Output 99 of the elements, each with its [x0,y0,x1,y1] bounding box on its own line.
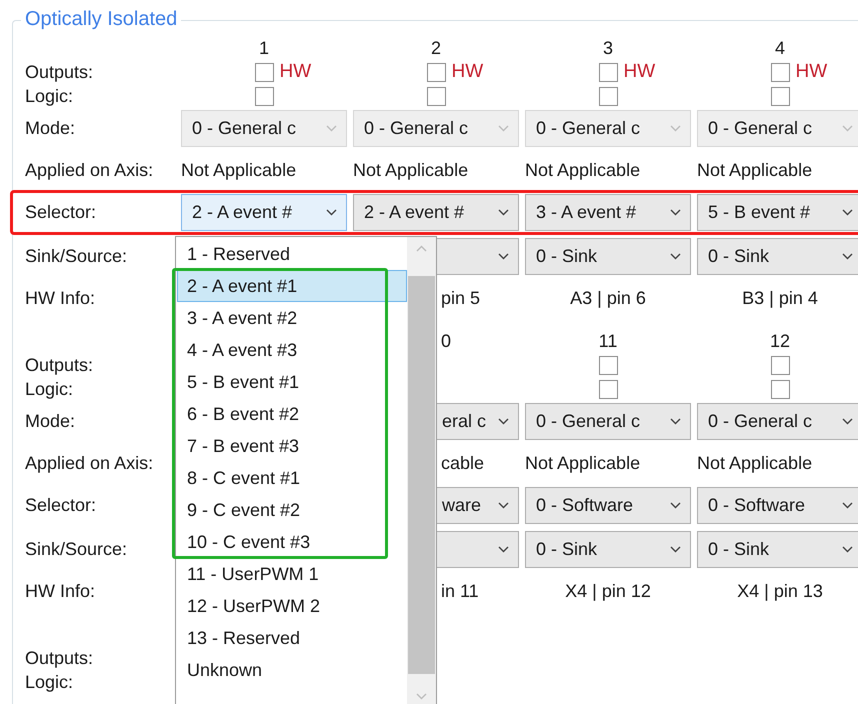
column-number: 3 [602,38,613,58]
dropdown[interactable]: 0 - General c [525,402,691,440]
list-option[interactable]: 12 - UserPWM 2 [177,590,408,622]
chevron-down-icon [326,124,337,132]
hw-tag: HW [796,58,828,86]
checkbox[interactable] [254,62,274,82]
field-label: Logic: [25,378,74,401]
axis-text: Not Applicable [525,452,640,475]
chevron-down-icon [842,252,853,260]
hw-info-text: in 11 [441,580,479,602]
chevron-down-icon [498,209,509,216]
axis-text: cable [441,452,484,474]
list-option[interactable]: 6 - B event #2 [177,398,408,430]
field-label: HW Info: [25,286,96,310]
checkbox[interactable] [770,86,790,106]
column-number: 1 [258,38,269,58]
chevron-down-icon [498,418,509,424]
hw-tag: HW [452,58,484,86]
axis-text: Not Applicable [353,158,468,182]
axis-text: Not Applicable [697,158,812,182]
checkbox[interactable] [426,62,446,82]
field-label: Applied on Axis: [25,452,154,475]
list-option[interactable]: 5 - B event #1 [177,366,408,398]
chevron-down-icon [842,418,853,424]
axis-text: Not Applicable [525,158,640,182]
dropdown[interactable]: 0 - Sink [697,238,858,274]
column-number: 0 [441,331,452,351]
scrollbar-thumb[interactable] [408,276,436,674]
column-number: 2 [430,38,441,58]
checkbox[interactable] [426,86,446,106]
hw-info-text: A3 | pin 6 [570,286,646,310]
field-label: Logic: [25,670,74,694]
column-number: 4 [774,38,785,58]
dropdown[interactable]: 5 - B event # [697,194,858,231]
dropdown[interactable]: 2 - A event # [353,194,519,231]
field-label: Outputs: [25,354,94,377]
field-label: HW Info: [25,580,96,602]
field-label: Sink/Source: [25,244,128,268]
hw-info-text: B3 | pin 4 [742,286,818,310]
dropdown[interactable]: 0 - Sink [525,238,691,274]
checkbox[interactable] [770,62,790,82]
column-number: 12 [770,331,790,351]
chevron-down-icon [670,124,681,132]
hw-tag: HW [624,58,656,86]
dropdown[interactable]: 3 - A event # [525,194,691,231]
list-option[interactable]: 8 - C event #1 [177,462,408,494]
dropdown[interactable]: 2 - A event # [181,194,347,231]
field-label: Selector: [25,201,96,224]
checkbox[interactable] [598,356,618,374]
list-option[interactable]: 7 - B event #3 [177,430,408,462]
dropdown[interactable]: 0 - Sink [697,530,858,568]
chevron-down-icon [670,502,681,509]
field-label: Logic: [25,84,74,108]
dropdown[interactable]: 0 - General c [697,402,858,440]
chevron-down-icon [842,546,853,552]
chevron-down-icon [842,502,853,509]
chevron-down-icon [498,546,509,552]
chevron-down-icon [498,252,509,260]
chevron-down-icon [498,502,509,509]
list-option[interactable]: 2 - A event #1 [177,270,408,302]
checkbox[interactable] [598,62,618,82]
field-label: Mode: [25,410,76,432]
list-option[interactable]: 13 - Reserved [177,622,408,654]
checkbox[interactable] [598,86,618,106]
hw-tag: HW [280,58,312,86]
axis-text: Not Applicable [697,452,812,475]
field-label: Sink/Source: [25,538,128,560]
field-label: Selector: [25,494,96,517]
chevron-down-icon [670,418,681,424]
checkbox[interactable] [598,380,618,398]
checkbox[interactable] [770,380,790,398]
checkbox[interactable] [770,356,790,374]
chevron-down-icon [326,209,337,216]
list-option[interactable]: Unknown [177,654,408,686]
list-option[interactable]: 3 - A event #2 [177,302,408,334]
hw-info-text: X4 | pin 13 [737,580,823,603]
field-label: Outputs: [25,60,94,84]
dropdown[interactable]: 0 - Software [525,487,691,524]
hw-info-text: X4 | pin 12 [565,580,651,603]
field-label: Applied on Axis: [25,158,154,182]
hw-info-text: pin 5 [441,286,480,310]
scrollbar[interactable] [407,237,436,704]
column-number: 11 [598,331,618,351]
list-option[interactable]: 11 - UserPWM 1 [177,558,408,590]
chevron-down-icon [670,546,681,552]
list-option[interactable]: 4 - A event #3 [177,334,408,366]
chevron-down-icon [842,124,853,132]
checkbox[interactable] [254,86,274,106]
dropdown[interactable]: 0 - Software [697,487,858,524]
field-label: Mode: [25,116,76,140]
chevron-down-icon [670,252,681,260]
list-option[interactable]: 1 - Reserved [177,238,408,270]
chevron-down-icon [498,124,509,132]
list-option[interactable]: 9 - C event #2 [177,494,408,526]
axis-text: Not Applicable [181,158,296,182]
dropdown[interactable]: 0 - Sink [525,530,691,568]
field-label: Outputs: [25,646,94,670]
chevron-down-icon [670,209,681,216]
chevron-down-icon [842,209,853,216]
